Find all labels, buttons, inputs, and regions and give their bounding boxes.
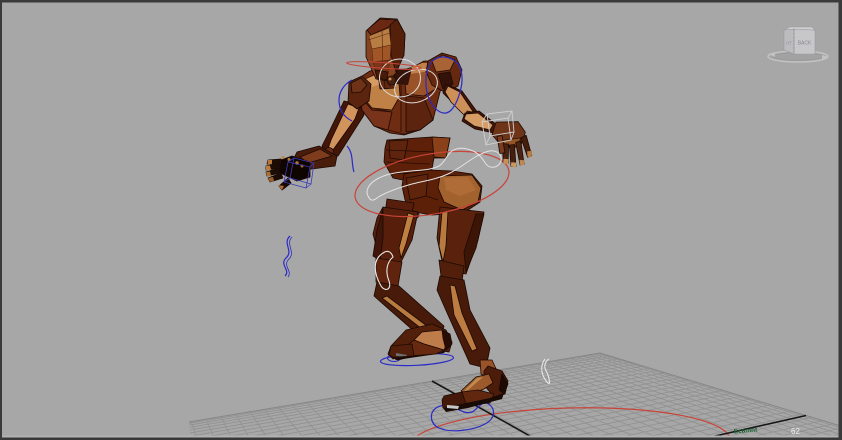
svg-text:62: 62	[791, 427, 800, 436]
svg-text:HT: HT	[786, 41, 792, 46]
svg-text:BACK: BACK	[798, 41, 812, 47]
